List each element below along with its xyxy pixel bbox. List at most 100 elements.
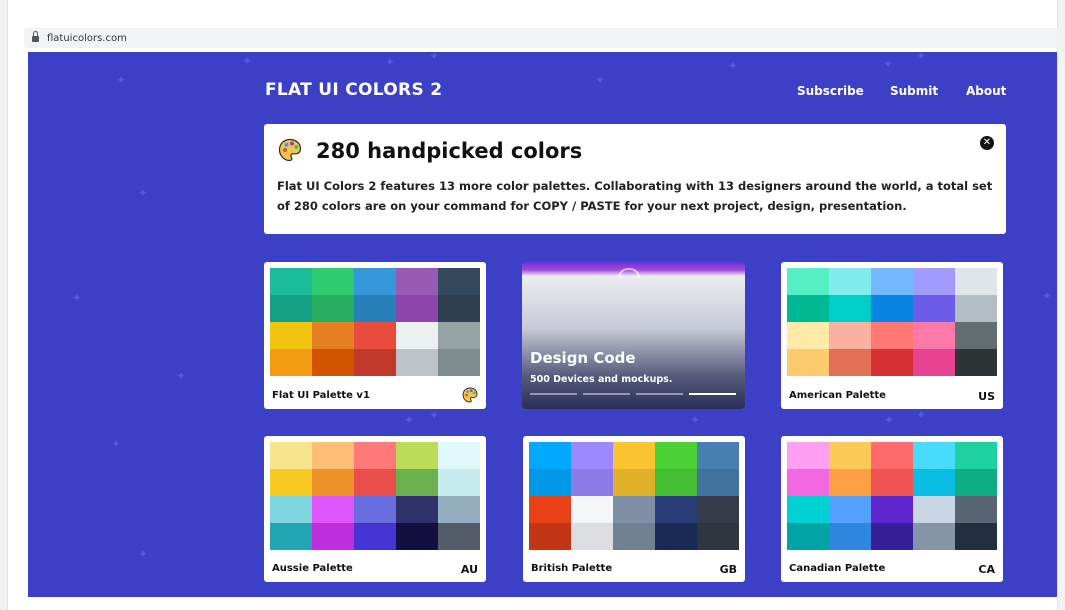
color-swatch — [871, 268, 913, 295]
color-swatch — [396, 442, 438, 469]
sparkle-icon: ✦ — [404, 413, 415, 427]
palette-country-code: GB — [719, 563, 737, 576]
color-swatch — [396, 496, 438, 523]
sparkle-icon: ✦ — [728, 59, 739, 73]
color-swatch — [396, 322, 438, 349]
palette-card-flat-ui-v1[interactable]: Flat UI Palette v1 — [264, 262, 486, 409]
color-swatch — [787, 349, 829, 376]
color-swatch — [913, 268, 955, 295]
carousel-dot[interactable] — [583, 393, 630, 395]
color-swatch — [913, 295, 955, 322]
color-swatch — [354, 496, 396, 523]
color-swatch — [354, 469, 396, 496]
sparkle-icon: ✦ — [242, 54, 253, 68]
color-swatch — [871, 523, 913, 550]
color-swatch — [529, 442, 571, 469]
palette-name: British Palette — [531, 563, 613, 574]
lock-icon — [32, 31, 39, 42]
banner-title: 280 handpicked colors — [316, 139, 583, 163]
color-swatch — [354, 322, 396, 349]
color-swatch — [312, 442, 354, 469]
site-body: ✦ ✦ ✦ ✦ ✦ ✦ ✦ ✦ ✦ ✦ ✦ ✦ ✦ ✦ ✦ ✦ ✦ ✦ ✦ FL… — [28, 52, 1057, 597]
color-swatch — [913, 523, 955, 550]
color-swatch — [871, 469, 913, 496]
color-swatch — [354, 442, 396, 469]
color-swatch — [571, 496, 613, 523]
sparkle-icon: ✦ — [883, 57, 894, 71]
color-swatch — [396, 295, 438, 322]
sparkle-icon: ✦ — [429, 408, 440, 422]
color-swatch — [955, 295, 997, 322]
color-swatch — [829, 469, 871, 496]
color-swatch — [312, 469, 354, 496]
palette-name: Aussie Palette — [272, 563, 353, 574]
color-swatch — [312, 268, 354, 295]
color-swatch — [438, 268, 480, 295]
color-swatch — [396, 268, 438, 295]
color-swatch — [655, 496, 697, 523]
address-bar[interactable]: flatuicolors.com — [24, 28, 1059, 48]
color-swatch — [270, 268, 312, 295]
color-swatch — [697, 523, 739, 550]
ad-title: Design Code — [530, 349, 636, 367]
color-swatch — [955, 322, 997, 349]
nav-about[interactable]: About — [966, 84, 1006, 98]
palette-country-code: US — [978, 390, 995, 403]
color-swatch — [613, 469, 655, 496]
nav-submit[interactable]: Submit — [890, 84, 938, 98]
color-swatch — [787, 442, 829, 469]
carousel-dot-active[interactable] — [689, 393, 736, 395]
color-swatch — [829, 442, 871, 469]
color-swatch — [438, 349, 480, 376]
site-logo[interactable]: FLAT UI COLORS 2 — [265, 80, 442, 100]
color-swatch — [787, 322, 829, 349]
nav-subscribe[interactable]: Subscribe — [797, 84, 864, 98]
close-icon[interactable]: ✕ — [980, 136, 994, 150]
ad-carousel-indicators — [530, 393, 736, 395]
color-swatch — [312, 496, 354, 523]
color-swatch — [438, 442, 480, 469]
design-code-ad[interactable]: Design Code 500 Devices and mockups. — [522, 262, 745, 409]
color-swatch — [312, 349, 354, 376]
sparkle-icon: ✦ — [690, 413, 701, 427]
color-swatch — [955, 523, 997, 550]
color-swatch — [438, 322, 480, 349]
color-swatch — [529, 523, 571, 550]
color-swatch — [955, 268, 997, 295]
color-swatch — [913, 322, 955, 349]
palette-card-aussie[interactable]: Aussie Palette AU — [264, 436, 486, 582]
color-swatch — [697, 442, 739, 469]
palette-card-american[interactable]: American Palette US — [781, 262, 1003, 409]
color-swatch — [871, 295, 913, 322]
color-swatch — [829, 496, 871, 523]
sparkle-icon: ✦ — [176, 369, 187, 383]
palette-name: American Palette — [789, 390, 886, 401]
color-swatch-grid — [270, 268, 480, 376]
color-swatch — [655, 523, 697, 550]
color-swatch — [571, 469, 613, 496]
carousel-dot[interactable] — [530, 393, 577, 395]
palette-card-canadian[interactable]: Canadian Palette CA — [781, 436, 1003, 582]
color-swatch — [354, 523, 396, 550]
color-swatch — [571, 523, 613, 550]
color-swatch — [787, 496, 829, 523]
color-swatch — [312, 295, 354, 322]
color-swatch — [913, 469, 955, 496]
browser-frame-left — [0, 0, 8, 610]
color-swatch — [655, 469, 697, 496]
color-swatch — [613, 496, 655, 523]
palette-country-code: AU — [460, 563, 478, 576]
palette-name: Canadian Palette — [789, 563, 886, 574]
sparkle-icon: ✦ — [116, 73, 127, 87]
palette-card-british[interactable]: British Palette GB — [523, 436, 745, 582]
color-swatch — [571, 442, 613, 469]
color-swatch — [354, 349, 396, 376]
color-swatch — [438, 523, 480, 550]
color-swatch — [787, 295, 829, 322]
carousel-dot[interactable] — [636, 393, 683, 395]
color-swatch — [270, 295, 312, 322]
sparkle-icon: ✦ — [595, 73, 606, 87]
browser-frame-right — [1057, 0, 1065, 610]
url-text: flatuicolors.com — [47, 32, 127, 44]
banner-description: Flat UI Colors 2 features 13 more color … — [277, 179, 993, 213]
